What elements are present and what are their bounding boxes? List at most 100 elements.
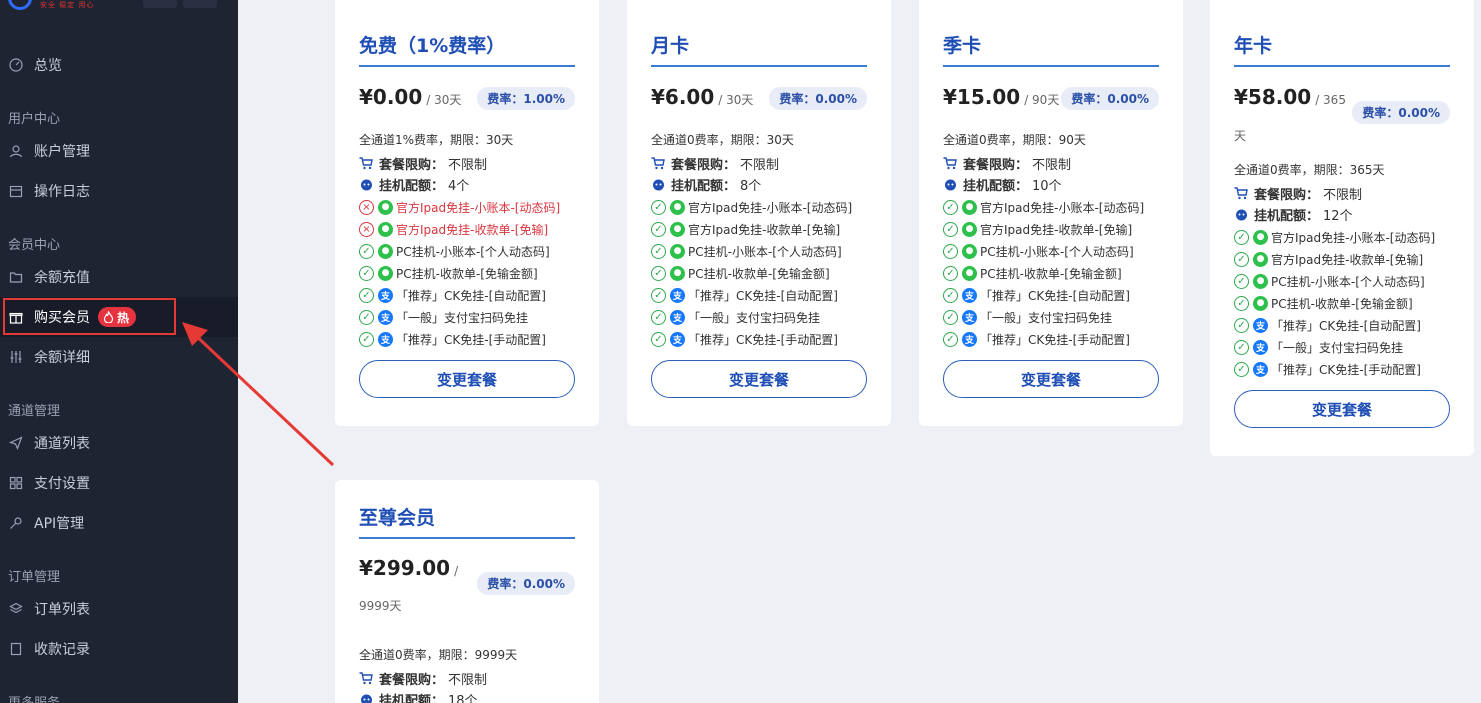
- sidebar-top-button-2[interactable]: [183, 0, 217, 8]
- hosting-quota: 挂机配额： 12个: [1234, 205, 1353, 224]
- plan-description: 全通道0费率，期限：90天: [943, 133, 1086, 147]
- send-icon: [8, 435, 24, 451]
- feature-label: 官方Ipad免挂-小账本-[动态码]: [688, 200, 853, 215]
- feature-label: 「推荐」CK免挂-[自动配置]: [980, 288, 1130, 303]
- check-circle-icon: ✓: [359, 287, 374, 303]
- hosting-quota-value: 10个: [1032, 179, 1062, 194]
- sidebar-item-label: 支付设置: [34, 476, 90, 492]
- sidebar-item-receipts[interactable]: 收款记录: [0, 629, 238, 669]
- alipay-icon: 支: [378, 331, 393, 347]
- feature-label: 「一般」支付宝扫码免挂: [980, 310, 1113, 325]
- alipay-icon: 支: [962, 309, 977, 325]
- feature-label: PC挂机-收款单-[免输金额]: [980, 266, 1122, 281]
- alipay-icon: 支: [1253, 317, 1268, 333]
- wechat-icon: ●: [670, 221, 685, 237]
- feature-item: ✓ 支「推荐」CK免挂-[手动配置]: [359, 328, 546, 350]
- purchase-limit: 套餐限购： 不限制: [943, 154, 1071, 173]
- change-plan-button[interactable]: 变更套餐: [943, 360, 1159, 398]
- bot-icon: [359, 693, 373, 703]
- feature-label: 「一般」支付宝扫码免挂: [1271, 340, 1404, 355]
- sidebar-item-oplog[interactable]: 操作日志: [0, 171, 238, 211]
- folder-icon: [8, 269, 24, 285]
- alipay-icon: 支: [670, 309, 685, 325]
- sidebar-top-button-1[interactable]: [143, 0, 177, 8]
- feature-item: ✓ 支「推荐」CK免挂-[手动配置]: [651, 328, 838, 350]
- bot-icon: [1234, 208, 1248, 222]
- hosting-quota-label: 挂机配额：: [671, 179, 737, 194]
- wechat-icon: ●: [962, 243, 977, 259]
- feature-label: 「推荐」CK免挂-[手动配置]: [688, 332, 838, 347]
- feature-item: × ● 官方Ipad免挂-收款单-[免输]: [359, 218, 548, 240]
- purchase-limit: 套餐限购： 不限制: [359, 669, 487, 688]
- plan-period: / 30天: [426, 93, 462, 107]
- layers-icon: [8, 601, 24, 617]
- hosting-quota-value: 8个: [740, 179, 762, 194]
- sidebar-item-label: 操作日志: [34, 184, 90, 200]
- feature-item: ✓ ● PC挂机-收款单-[免输金额]: [359, 262, 538, 284]
- sidebar-item-api[interactable]: API管理: [0, 503, 238, 543]
- check-circle-icon: ✓: [943, 221, 958, 237]
- feature-item: ✓ ● 官方Ipad免挂-小账本-[动态码]: [1234, 226, 1435, 248]
- feature-item: ✓ 支「推荐」CK免挂-[自动配置]: [1234, 314, 1421, 336]
- bot-icon: [651, 178, 665, 192]
- plan-description: 全通道0费率，期限：30天: [651, 133, 794, 147]
- plan-title-underline: [359, 65, 575, 67]
- cart-icon: [651, 157, 665, 171]
- feature-item: ✓ ● PC挂机-小账本-[个人动态码]: [359, 240, 550, 262]
- alipay-icon: 支: [670, 287, 685, 303]
- logo-slogan: 安全 稳定 用心: [40, 1, 95, 9]
- check-circle-icon: ✓: [651, 199, 666, 215]
- fee-rate-badge: 费率：0.00%: [477, 572, 575, 595]
- change-plan-button[interactable]: 变更套餐: [651, 360, 867, 398]
- check-circle-icon: ✓: [943, 287, 958, 303]
- feature-label: 「推荐」CK免挂-[自动配置]: [688, 288, 838, 303]
- sidebar-item-label: 余额充值: [34, 270, 90, 286]
- alipay-icon: 支: [1253, 339, 1268, 355]
- feature-label: 官方Ipad免挂-小账本-[动态码]: [396, 200, 561, 215]
- grid-icon: [8, 475, 24, 491]
- price-row: ¥58.00/ 365: [1234, 85, 1346, 109]
- feature-label: 官方Ipad免挂-收款单-[免输]: [980, 222, 1133, 237]
- sidebar-item-label: 收款记录: [34, 642, 90, 658]
- check-circle-icon: ✓: [359, 331, 374, 347]
- price-row: ¥15.00/ 90天: [943, 85, 1059, 109]
- feature-label: 「推荐」CK免挂-[自动配置]: [396, 288, 546, 303]
- sidebar-item-order-list[interactable]: 订单列表: [0, 589, 238, 629]
- cart-icon: [1234, 187, 1248, 201]
- section-channel-manage: 通道管理: [8, 404, 61, 419]
- purchase-limit-value: 不限制: [448, 158, 488, 173]
- check-circle-icon: ✓: [1234, 295, 1249, 311]
- wechat-icon: ●: [378, 221, 393, 237]
- document-icon: [8, 641, 24, 657]
- plan-card: 月卡 ¥6.00/ 30天 费率：0.00% 全通道0费率，期限：30天 套餐限购： 不限…: [627, 0, 891, 426]
- cart-icon: [359, 672, 373, 686]
- feature-item: ✓ ● PC挂机-小账本-[个人动态码]: [1234, 270, 1425, 292]
- section-user-center: 用户中心: [8, 112, 61, 127]
- dashboard-icon: [8, 57, 24, 73]
- feature-label: 「一般」支付宝扫码免挂: [396, 310, 529, 325]
- purchase-limit-value: 不限制: [1032, 158, 1072, 173]
- plan-period: / 365: [1315, 93, 1346, 107]
- change-plan-button[interactable]: 变更套餐: [1234, 390, 1450, 428]
- plan-period-cont: 天: [1234, 129, 1247, 143]
- sidebar-item-account[interactable]: 账户管理: [0, 131, 238, 171]
- plan-price: ¥58.00: [1234, 85, 1312, 109]
- sidebar-item-recharge[interactable]: 余额充值: [0, 257, 238, 297]
- plan-title: 月卡: [651, 35, 690, 57]
- check-circle-icon: ✓: [1234, 339, 1249, 355]
- section-order-manage: 订单管理: [8, 570, 61, 585]
- sidebar-item-overview[interactable]: 总览: [0, 45, 238, 85]
- plan-title: 季卡: [943, 35, 982, 57]
- hosting-quota-value: 18个: [448, 694, 478, 703]
- sliders-icon: [8, 349, 24, 365]
- change-plan-button[interactable]: 变更套餐: [359, 360, 575, 398]
- wechat-icon: ●: [378, 265, 393, 281]
- hosting-quota: 挂机配额： 4个: [359, 175, 469, 194]
- feature-label: 官方Ipad免挂-收款单-[免输]: [1271, 252, 1424, 267]
- feature-item: ✓ ● PC挂机-收款单-[免输金额]: [943, 262, 1122, 284]
- wechat-icon: ●: [1253, 295, 1268, 311]
- plan-period-cont: 9999天: [359, 599, 402, 613]
- price-row: ¥6.00/ 30天: [651, 85, 753, 109]
- purchase-limit: 套餐限购： 不限制: [359, 154, 487, 173]
- bot-icon: [943, 178, 957, 192]
